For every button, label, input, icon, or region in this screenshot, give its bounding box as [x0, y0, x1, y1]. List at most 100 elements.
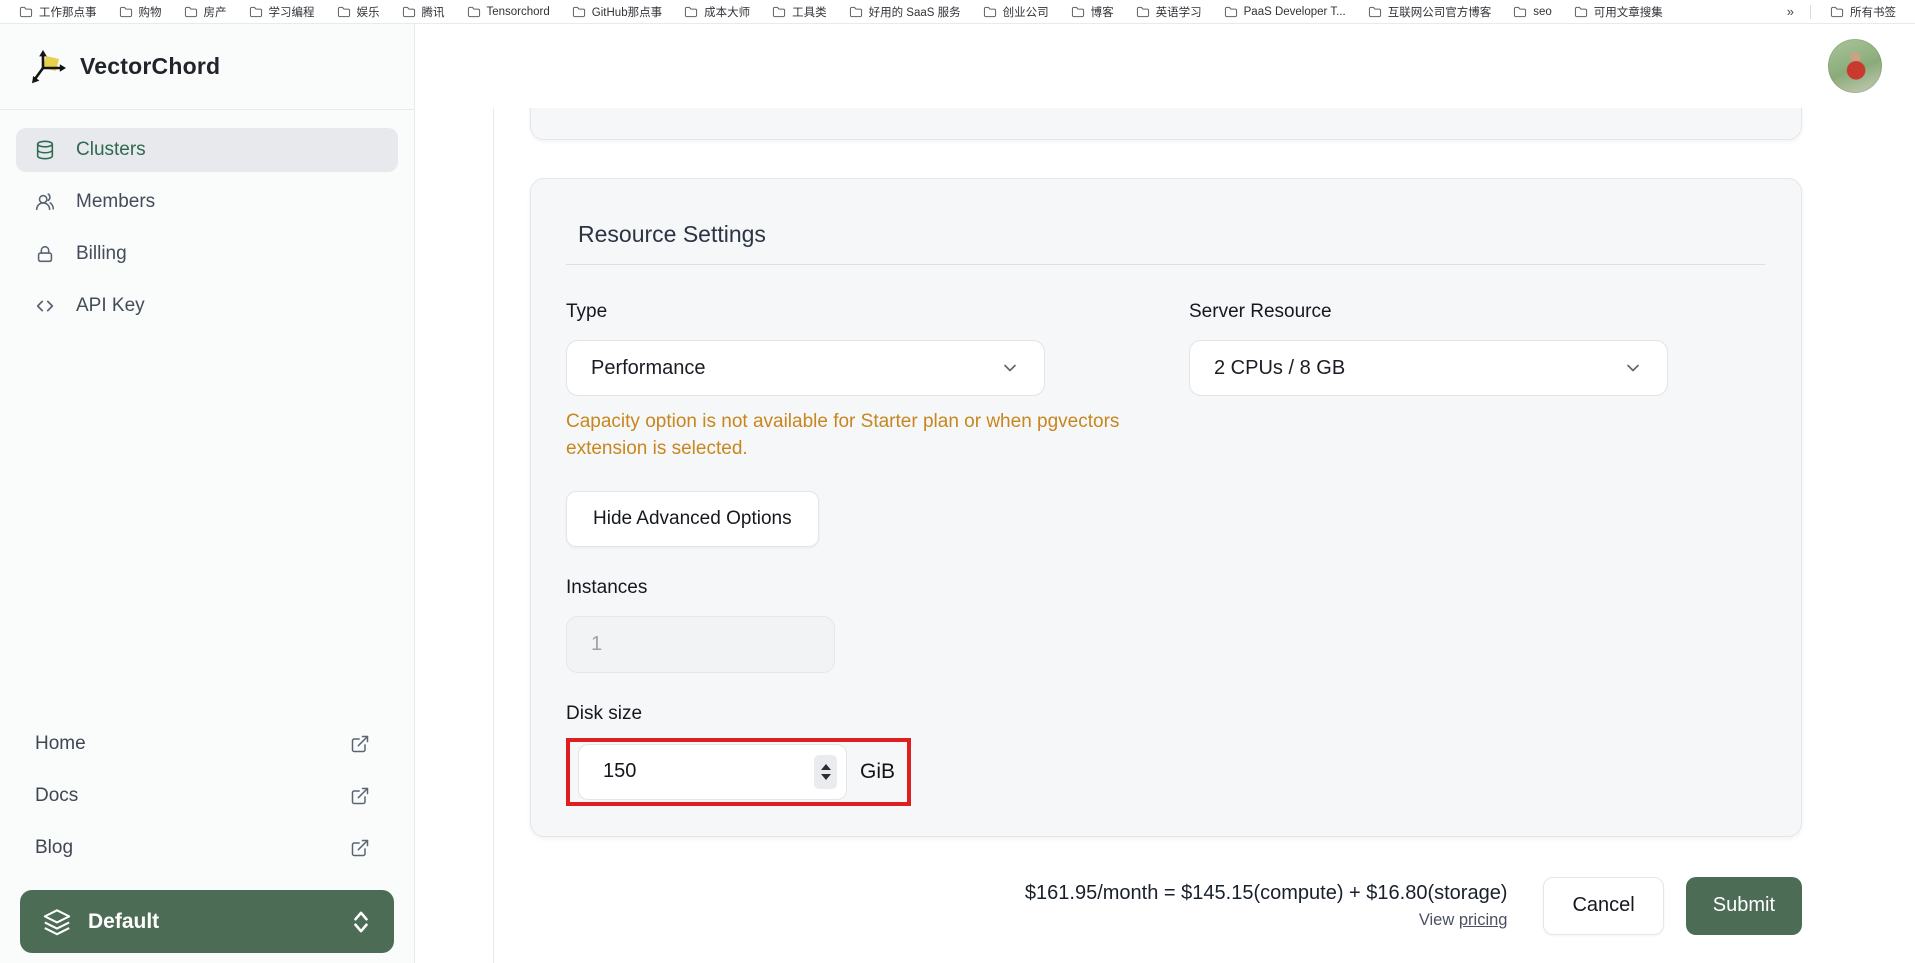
sidebar-item-label: API Key	[76, 295, 145, 316]
vectorchord-logo-icon	[32, 49, 66, 83]
bookmark-label: GitHub那点事	[591, 6, 663, 19]
bookmark-label: 互联网公司官方博客	[1387, 6, 1492, 19]
bookmark-label: 购物	[138, 6, 162, 19]
bookmark-item[interactable]: 好用的 SaaS 服务	[840, 2, 970, 22]
disk-size-label: Disk size	[566, 702, 643, 724]
sidebar-link-docs[interactable]: Docs	[0, 770, 414, 822]
submit-button[interactable]: Submit	[1685, 876, 1802, 935]
main-area: Resource Settings Type Performance Serve…	[415, 24, 1915, 963]
sidebar-item-label: Billing	[76, 243, 127, 264]
sidebar-item-members[interactable]: Members	[16, 180, 398, 224]
capacity-warning-text: Capacity option is not available for Sta…	[566, 411, 1120, 459]
sidebar-nav: Clusters Members Billing API Key	[0, 110, 414, 328]
bookmark-item[interactable]: 成本大师	[675, 2, 759, 22]
sidebar-link-label: Home	[35, 733, 86, 754]
all-bookmarks-button[interactable]: 所有书签	[1821, 2, 1905, 22]
user-avatar[interactable]	[1828, 39, 1882, 93]
price-summary: $161.95/month = $145.15(compute) + $16.8…	[1024, 881, 1508, 904]
topbar	[415, 24, 1915, 108]
instances-label: Instances	[566, 576, 648, 598]
folder-icon	[337, 6, 350, 17]
folder-icon	[983, 6, 996, 17]
layers-icon	[43, 908, 71, 935]
brand[interactable]: VectorChord	[0, 24, 414, 110]
type-select[interactable]: Performance	[566, 340, 1045, 396]
server-resource-label: Server Resource	[1189, 301, 1332, 322]
bookmark-item[interactable]: 娱乐	[328, 2, 389, 22]
disk-size-unit: GiB	[860, 759, 896, 783]
database-icon	[36, 140, 54, 160]
chevrons-up-down-icon	[354, 911, 368, 932]
sidebar-link-label: Docs	[35, 785, 79, 806]
bookmark-item[interactable]: 创业公司	[974, 2, 1058, 22]
folder-icon	[572, 6, 585, 17]
bookmark-label: 工作那点事	[39, 6, 97, 19]
bookmark-item[interactable]: 可用文章搜集	[1565, 2, 1672, 22]
server-resource-select-value: 2 CPUs / 8 GB	[1214, 356, 1346, 379]
form-footer: $161.95/month = $145.15(compute) + $16.8…	[530, 876, 1802, 935]
bookmark-label: 房产	[203, 6, 227, 19]
bookmark-label: 可用文章搜集	[1593, 6, 1663, 19]
folder-icon	[773, 6, 786, 17]
sidebar-link-home[interactable]: Home	[0, 718, 414, 770]
folder-icon	[685, 6, 698, 17]
instances-input[interactable]	[566, 615, 835, 673]
panel-title: Resource Settings	[578, 221, 766, 247]
resource-settings-panel: Resource Settings Type Performance Serve…	[530, 178, 1802, 837]
bookmark-item[interactable]: 工具类	[763, 2, 836, 22]
bookmark-item[interactable]: 英语学习	[1127, 2, 1211, 22]
code-icon	[36, 300, 54, 312]
folder-icon	[1514, 6, 1527, 17]
bookmark-item[interactable]: 腾讯	[393, 2, 454, 22]
folder-icon	[1071, 6, 1084, 17]
bookmark-item[interactable]: 工作那点事	[10, 2, 106, 22]
folder-icon	[467, 6, 480, 17]
sidebar-link-blog[interactable]: Blog	[0, 822, 414, 874]
workspace-selector[interactable]: Default	[20, 890, 394, 953]
bookmark-item[interactable]: 购物	[110, 2, 171, 22]
bookmark-label: 学习编程	[268, 6, 315, 19]
chevron-down-icon	[1627, 364, 1639, 372]
bookmark-label: 腾讯	[421, 6, 445, 19]
view-pricing-prefix: View	[1418, 910, 1455, 929]
sidebar-item-clusters[interactable]: Clusters	[16, 128, 398, 172]
previous-section-card	[530, 108, 1802, 140]
bookmark-item[interactable]: PaaS Developer T...	[1215, 4, 1355, 20]
server-resource-select[interactable]: 2 CPUs / 8 GB	[1189, 340, 1668, 396]
bookmark-item[interactable]: Tensorchord	[458, 4, 559, 20]
bookmark-item[interactable]: GitHub那点事	[563, 2, 671, 22]
bookmark-label: PaaS Developer T...	[1243, 5, 1346, 18]
folder-icon	[184, 6, 197, 17]
stepper-up-icon[interactable]	[820, 763, 831, 770]
cancel-button[interactable]: Cancel	[1543, 876, 1664, 935]
folder-icon	[19, 6, 33, 17]
hide-advanced-options-button[interactable]: Hide Advanced Options	[566, 490, 819, 547]
chevron-down-icon	[1004, 364, 1016, 372]
bookmark-item[interactable]: 学习编程	[240, 2, 324, 22]
folder-icon	[402, 6, 415, 17]
pricing-link[interactable]: pricing	[1459, 911, 1508, 929]
external-link-icon	[351, 735, 369, 753]
all-bookmarks-label: 所有书签	[1850, 6, 1896, 19]
folder-icon	[1136, 6, 1149, 17]
bookmark-item[interactable]: 房产	[175, 2, 236, 22]
external-link-icon	[351, 787, 369, 805]
bookmark-item[interactable]: seo	[1504, 4, 1561, 20]
disk-size-input[interactable]	[578, 743, 847, 800]
bookmark-label: 博客	[1090, 6, 1114, 19]
bookmark-item[interactable]: 博客	[1062, 2, 1123, 22]
folder-icon	[1830, 6, 1844, 17]
sidebar-item-billing[interactable]: Billing	[16, 232, 398, 276]
folder-icon	[119, 6, 132, 17]
stepper-down-icon[interactable]	[820, 773, 831, 780]
bookmark-label: 工具类	[792, 6, 827, 19]
sidebar-item-api-key[interactable]: API Key	[16, 284, 398, 328]
bookmarks-overflow-button[interactable]: »	[1781, 4, 1800, 19]
lock-icon	[37, 245, 53, 263]
number-stepper[interactable]	[814, 754, 837, 789]
bookmark-item[interactable]: 互联网公司官方博客	[1359, 2, 1501, 22]
bookmark-label: 创业公司	[1002, 6, 1049, 19]
folder-icon	[1368, 6, 1381, 17]
type-select-value: Performance	[591, 356, 706, 379]
